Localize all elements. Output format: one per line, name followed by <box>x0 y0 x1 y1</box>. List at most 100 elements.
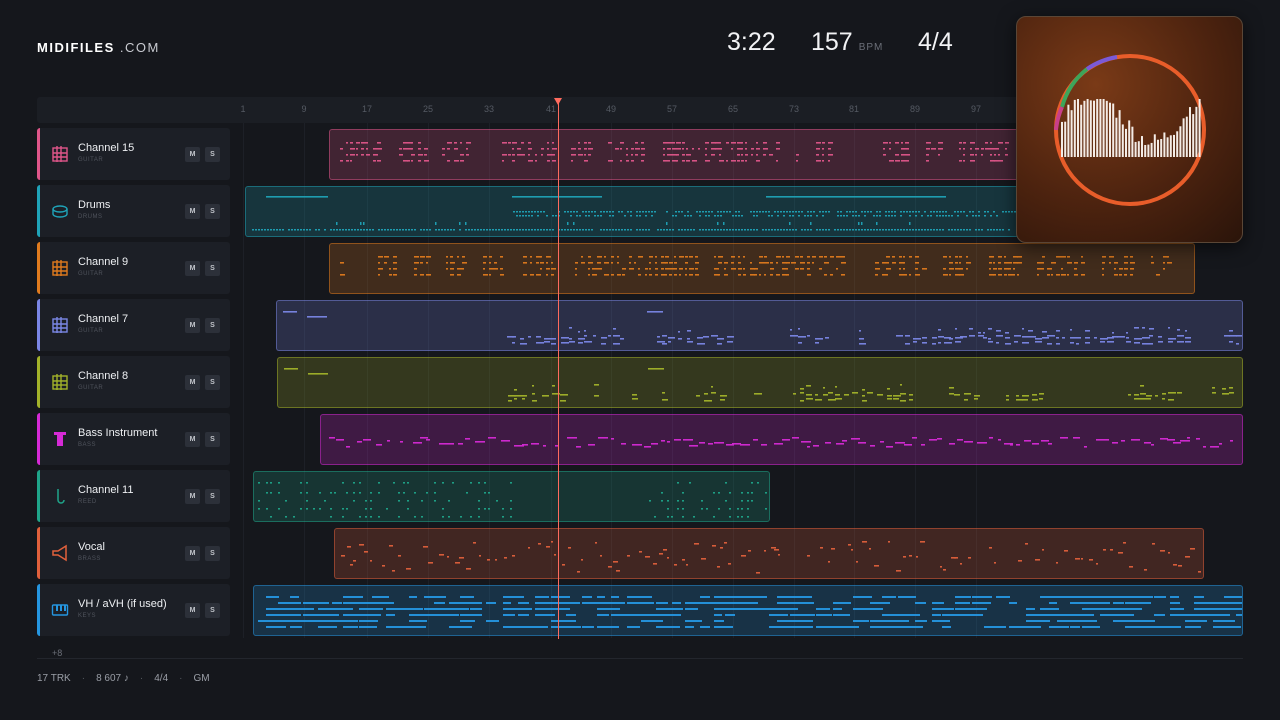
drum-icon <box>51 202 69 220</box>
ruler-tick: 81 <box>848 104 860 114</box>
midi-notes <box>258 596 1242 628</box>
separator-dot: · <box>179 673 183 684</box>
mute-button[interactable]: M <box>185 489 200 504</box>
track-color-accent <box>37 128 40 180</box>
mute-button[interactable]: M <box>185 318 200 333</box>
track-header[interactable]: Bass Instrument BASS M S <box>37 413 230 465</box>
midi-notes <box>340 256 1172 276</box>
solo-button[interactable]: S <box>205 603 220 618</box>
bass-icon <box>51 430 69 448</box>
mute-button[interactable]: M <box>185 375 200 390</box>
separator-dot: · <box>139 673 144 684</box>
ruler-tick: 17 <box>361 104 373 114</box>
track-category: GUITAR <box>78 157 104 163</box>
tempo-display: 157 BPM <box>811 28 883 57</box>
ruler-tick: 89 <box>909 104 921 114</box>
album-artwork <box>1016 16 1243 243</box>
audio-visualizer-icon <box>1054 54 1206 206</box>
ruler-tick: 25 <box>422 104 434 114</box>
mute-button[interactable]: M <box>185 261 200 276</box>
track-name: VH / aVH (if used) <box>78 598 167 610</box>
track-name: Bass Instrument <box>78 427 158 439</box>
track-color-accent <box>37 470 40 522</box>
guitar-grid-icon <box>51 259 69 277</box>
time-signature: 4/4 <box>918 28 953 56</box>
midi-clip[interactable] <box>276 300 1243 351</box>
track-header[interactable]: Channel 9 GUITAR M S <box>37 242 230 294</box>
track-header[interactable]: Vocal BRASS M S <box>37 527 230 579</box>
song-time: 3:22 <box>727 28 776 56</box>
ruler-tick: 9 <box>301 104 307 114</box>
track-header[interactable]: Channel 15 GUITAR M S <box>37 128 230 180</box>
grid-line <box>243 123 244 638</box>
guitar-grid-icon <box>51 316 69 334</box>
keys-icon <box>51 601 69 619</box>
track-category: GUITAR <box>78 385 104 391</box>
track-color-accent <box>37 527 40 579</box>
midi-standard: GM <box>193 673 210 684</box>
track-category: KEYS <box>78 613 97 619</box>
midi-notes <box>283 311 1242 345</box>
track-category: GUITAR <box>78 271 104 277</box>
tempo-value: 157 <box>811 28 853 56</box>
midi-notes <box>284 368 1234 402</box>
mute-button[interactable]: M <box>185 603 200 618</box>
midi-clip[interactable] <box>329 243 1195 294</box>
track-color-accent <box>37 185 40 237</box>
midi-clip[interactable] <box>253 471 770 522</box>
track-category: BASS <box>78 442 97 448</box>
ruler-tick: 57 <box>666 104 678 114</box>
guitar-grid-icon <box>51 373 69 391</box>
mute-button[interactable]: M <box>185 432 200 447</box>
track-category: DRUMS <box>78 214 103 220</box>
solo-button[interactable]: S <box>205 546 220 561</box>
track-name: Channel 11 <box>78 484 134 496</box>
track-name: Channel 9 <box>78 256 129 268</box>
reed-icon <box>51 487 69 505</box>
track-category: REED <box>78 499 97 505</box>
mute-button[interactable]: M <box>185 546 200 561</box>
track-header[interactable]: VH / aVH (if used) KEYS M S <box>37 584 230 636</box>
playhead-handle[interactable] <box>554 98 562 105</box>
ruler-tick: 65 <box>727 104 739 114</box>
track-header[interactable]: Drums DRUMS M S <box>37 185 230 237</box>
brand-logo: MIDIFILES .COM <box>37 40 160 55</box>
ruler-tick: 73 <box>788 104 800 114</box>
solo-button[interactable]: S <box>205 489 220 504</box>
track-name: Drums <box>78 199 111 211</box>
track-header[interactable]: Channel 7 GUITAR M S <box>37 299 230 351</box>
track-name: Vocal <box>78 541 105 553</box>
solo-button[interactable]: S <box>205 147 220 162</box>
brand-domain: .COM <box>119 40 160 55</box>
ruler-tick: 41 <box>545 104 557 114</box>
footer-time-signature: 4/4 <box>154 673 169 684</box>
brass-icon <box>51 544 69 562</box>
midi-clip[interactable] <box>320 414 1243 465</box>
solo-button[interactable]: S <box>205 261 220 276</box>
track-name: Channel 15 <box>78 142 135 154</box>
track-header[interactable]: Channel 11 REED M S <box>37 470 230 522</box>
midi-clip[interactable] <box>334 528 1204 579</box>
solo-button[interactable]: S <box>205 375 220 390</box>
playhead[interactable] <box>558 99 559 639</box>
guitar-grid-icon <box>51 145 69 163</box>
track-name: Channel 8 <box>78 370 129 382</box>
status-footer: 17 TRK · 8 607 ♪ · 4/4 · GM <box>37 673 210 684</box>
mute-button[interactable]: M <box>185 204 200 219</box>
brand-name: MIDIFILES <box>37 40 115 55</box>
solo-button[interactable]: S <box>205 318 220 333</box>
track-color-accent <box>37 356 40 408</box>
solo-button[interactable]: S <box>205 432 220 447</box>
ruler-tick: 49 <box>605 104 617 114</box>
more-tracks-indicator[interactable]: +8 <box>52 648 62 658</box>
mute-button[interactable]: M <box>185 147 200 162</box>
track-count: 17 TRK <box>37 673 71 684</box>
track-header[interactable]: Channel 8 GUITAR M S <box>37 356 230 408</box>
ruler-tick: 97 <box>970 104 982 114</box>
midi-clip[interactable] <box>277 357 1243 408</box>
solo-button[interactable]: S <box>205 204 220 219</box>
track-color-accent <box>37 413 40 465</box>
footer-divider <box>37 658 1243 659</box>
tempo-unit: BPM <box>858 42 884 53</box>
midi-clip[interactable] <box>253 585 1243 636</box>
